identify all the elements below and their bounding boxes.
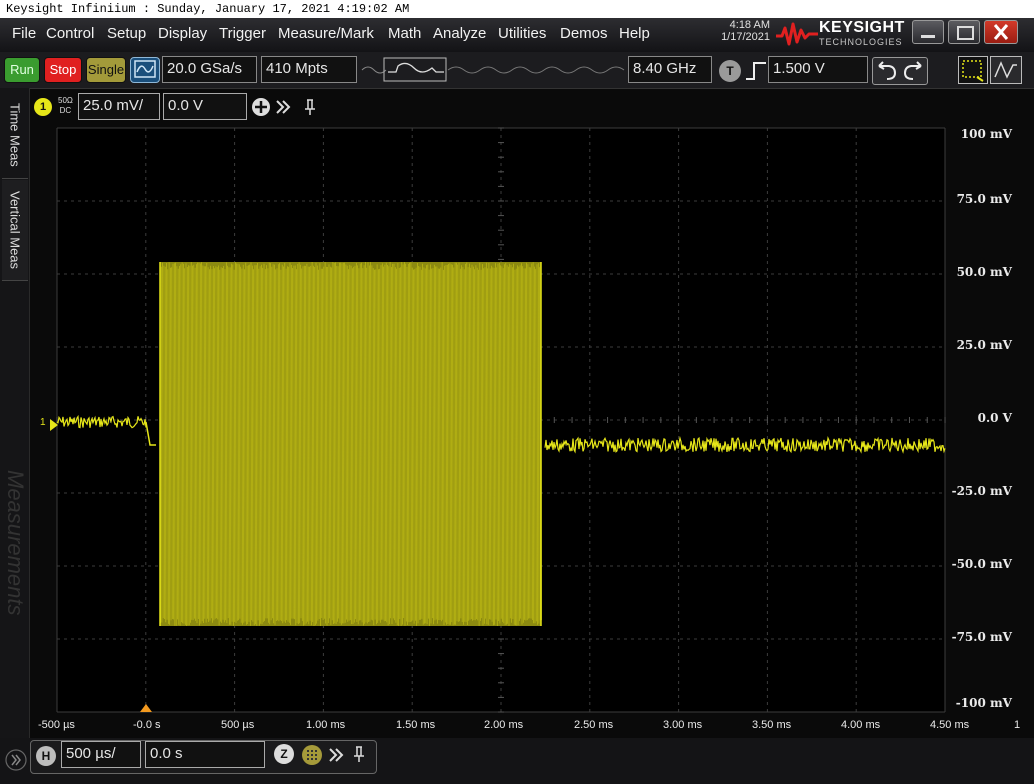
x-tick-label: 4.00 ms bbox=[841, 719, 881, 731]
pin-icon[interactable] bbox=[354, 746, 364, 762]
y-tick-label: -50.0 mV bbox=[951, 557, 1012, 571]
y-tick-label: -75.0 mV bbox=[951, 630, 1012, 644]
x-tick-label: 4.50 ms bbox=[930, 719, 970, 731]
x-tick-label: 500 µs bbox=[221, 719, 255, 731]
expand-panel-icon[interactable] bbox=[4, 748, 28, 772]
x-tick-label: 3.00 ms bbox=[663, 719, 703, 731]
navigate-icon[interactable] bbox=[302, 745, 322, 765]
x-tick-label: 2.00 ms bbox=[484, 719, 524, 731]
y-tick-label: -25.0 mV bbox=[951, 484, 1012, 498]
horizontal-bar: H 500 µs/ 0.0 s Z bbox=[0, 738, 1034, 784]
ground-marker-label[interactable]: 1 bbox=[40, 417, 46, 428]
x-tick-label: -500 µs bbox=[38, 719, 75, 731]
x-tick-label: -0.0 s bbox=[133, 719, 161, 731]
x-tick-label: 1.00 ms bbox=[306, 719, 346, 731]
expand-right-icon[interactable] bbox=[329, 748, 344, 762]
y-tick-label: 0.0 V bbox=[977, 411, 1012, 425]
horizontal-position-field[interactable]: 0.0 s bbox=[145, 741, 265, 768]
y-tick-label: 100 mV bbox=[960, 127, 1012, 141]
right-edge-label: 1 bbox=[1014, 719, 1021, 731]
x-tick-label: 2.50 ms bbox=[574, 719, 614, 731]
y-tick-label: 75.0 mV bbox=[956, 192, 1012, 206]
horizontal-badge[interactable]: H bbox=[36, 746, 56, 766]
x-tick-label: 3.50 ms bbox=[752, 719, 792, 731]
horizontal-actions bbox=[302, 745, 364, 765]
x-tick-label: 1.50 ms bbox=[396, 719, 436, 731]
horizontal-scale-field[interactable]: 500 µs/ bbox=[61, 741, 141, 768]
y-tick-label: 50.0 mV bbox=[956, 265, 1012, 279]
y-tick-label: 25.0 mV bbox=[956, 338, 1012, 352]
y-tick-label: -100 mV bbox=[955, 696, 1012, 710]
zoom-toggle[interactable]: Z bbox=[274, 744, 294, 764]
scope-plot bbox=[50, 127, 946, 713]
